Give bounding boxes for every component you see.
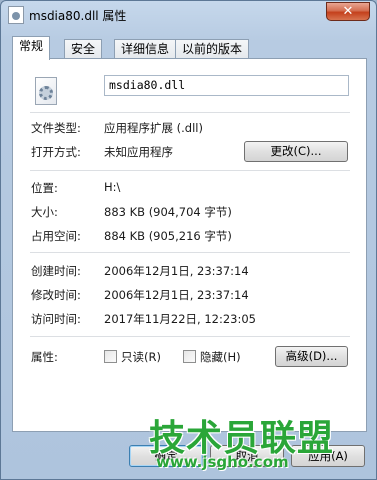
file-type-label: 文件类型:: [31, 121, 81, 135]
watermark-url: www.jsgho.com: [156, 453, 289, 471]
advanced-button[interactable]: 高级(D)...: [275, 346, 348, 367]
title-bar[interactable]: msdia80.dll 属性 ✕: [1, 1, 376, 31]
divider: [30, 170, 350, 171]
size-value: 883 KB (904,704 字节): [104, 205, 232, 219]
size-on-disk-value: 884 KB (905,216 字节): [104, 229, 232, 243]
window-title: msdia80.dll 属性: [29, 9, 127, 23]
accessed-label: 访问时间:: [31, 312, 81, 326]
gear-icon: [39, 86, 53, 100]
readonly-checkbox[interactable]: [104, 350, 117, 363]
tab-general[interactable]: 常规: [12, 36, 51, 60]
divider: [30, 336, 350, 337]
created-label: 创建时间:: [31, 264, 81, 278]
size-label: 大小:: [31, 205, 58, 219]
change-button[interactable]: 更改(C)...: [244, 141, 348, 162]
properties-window: msdia80.dll 属性 ✕ 常规 安全 详细信息 以前的版本 msdia8…: [0, 0, 377, 480]
size-on-disk-label: 占用空间:: [31, 229, 81, 243]
hidden-label[interactable]: 隐藏(H): [200, 349, 241, 365]
tab-previous-versions[interactable]: 以前的版本: [175, 39, 250, 59]
tab-details[interactable]: 详细信息: [114, 39, 177, 59]
modified-value: 2006年12月1日, 23:37:14: [104, 288, 249, 302]
accessed-value: 2017年11月22日, 12:23:05: [104, 312, 256, 326]
modified-label: 修改时间:: [31, 288, 81, 302]
divider: [30, 112, 350, 113]
hidden-checkbox[interactable]: [183, 350, 196, 363]
general-tab-panel: msdia80.dll 文件类型: 应用程序扩展 (.dll) 打开方式: 未知…: [12, 58, 367, 432]
readonly-label[interactable]: 只读(R): [121, 349, 161, 365]
attributes-label: 属性:: [31, 350, 58, 364]
location-value: H:\: [104, 180, 121, 194]
file-name-field[interactable]: msdia80.dll: [104, 75, 349, 96]
created-value: 2006年12月1日, 23:37:14: [104, 264, 249, 278]
close-button[interactable]: ✕: [326, 2, 370, 21]
tab-security[interactable]: 安全: [64, 39, 103, 59]
opens-with-value: 未知应用程序: [104, 145, 173, 159]
opens-with-label: 打开方式:: [31, 145, 81, 159]
location-label: 位置:: [31, 181, 58, 195]
divider: [30, 252, 350, 253]
file-icon: [8, 6, 24, 24]
file-type-value: 应用程序扩展 (.dll): [104, 121, 203, 135]
dll-gear-icon: [35, 77, 57, 105]
